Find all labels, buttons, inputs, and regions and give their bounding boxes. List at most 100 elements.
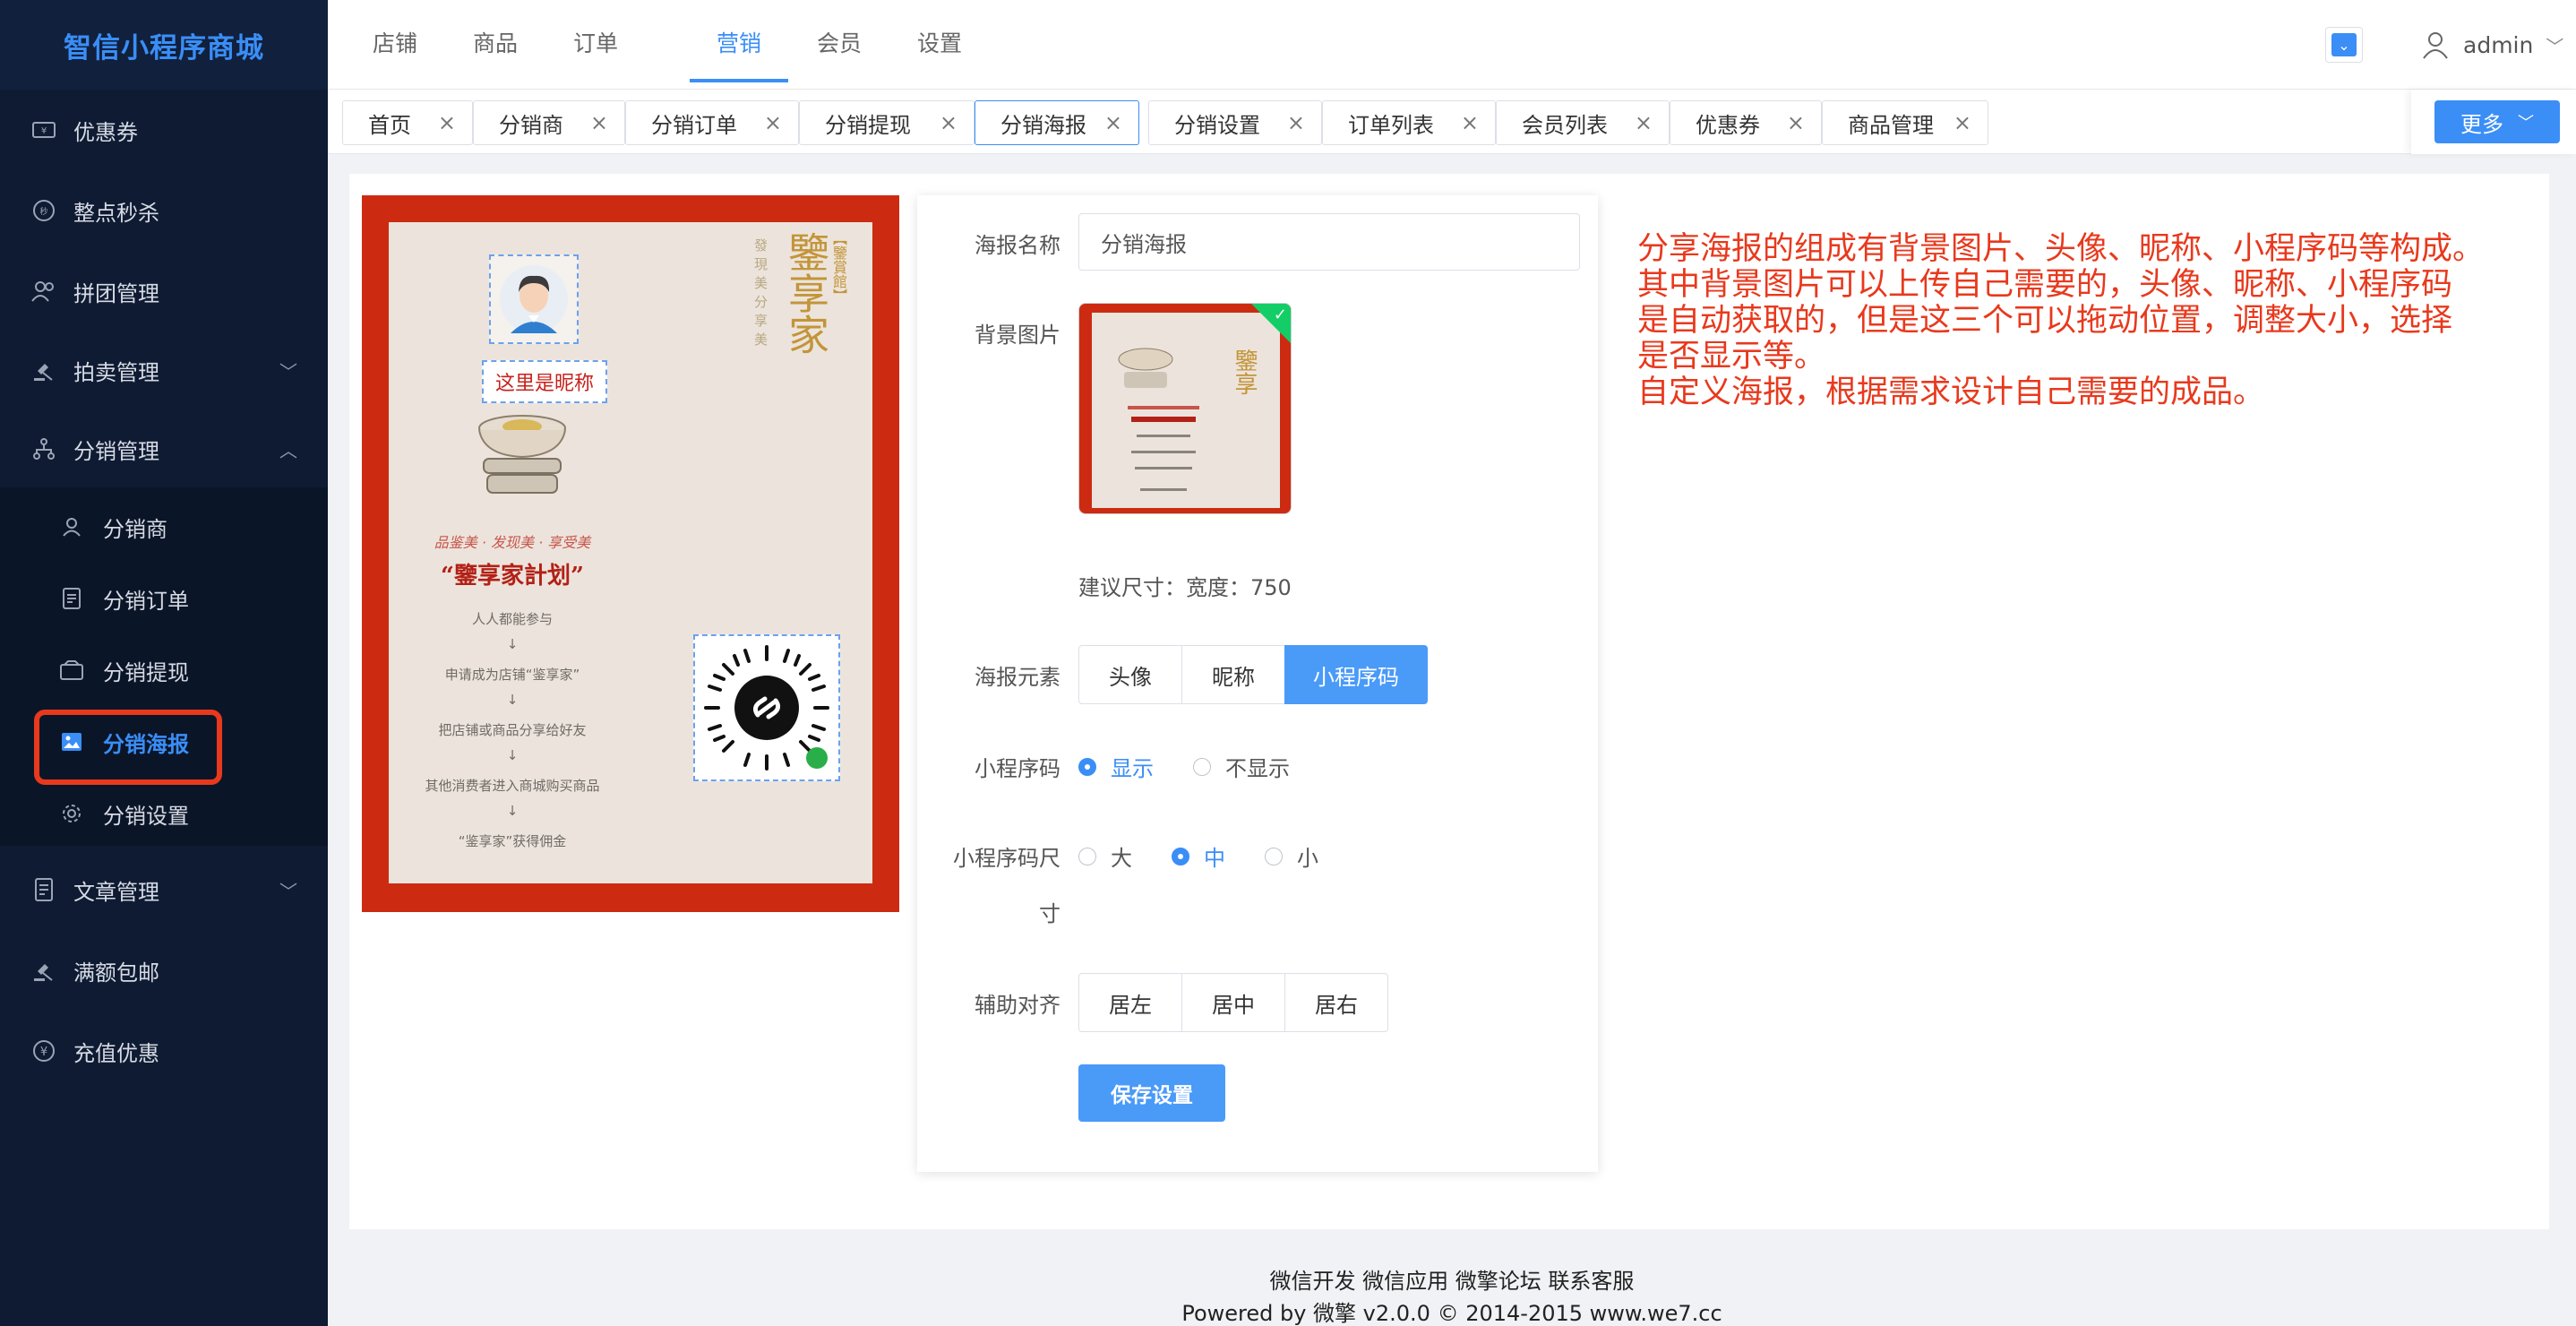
close-icon[interactable]: × bbox=[438, 110, 456, 135]
tab-withdraw[interactable]: 分销提现 × bbox=[799, 100, 975, 145]
tab-label: 首页 bbox=[368, 112, 411, 138]
align-center-button[interactable]: 居中 bbox=[1181, 973, 1285, 1032]
footer-links[interactable]: 微信开发 微信应用 微擎论坛 联系客服 bbox=[328, 1263, 2576, 1295]
highlight-annotation-box bbox=[34, 710, 222, 785]
close-icon[interactable]: × bbox=[1287, 110, 1305, 135]
avatar-illustration-icon bbox=[500, 265, 568, 333]
radio-label: 中 bbox=[1204, 846, 1225, 871]
close-icon[interactable]: × bbox=[1461, 110, 1479, 135]
sidebar-item-label: 充值优惠 bbox=[73, 1040, 159, 1066]
active-nav-underline bbox=[690, 79, 788, 82]
group-buy-icon bbox=[29, 276, 59, 306]
user-icon bbox=[57, 512, 86, 541]
topnav-settings[interactable]: 设置 bbox=[917, 0, 962, 84]
poster-nickname-element[interactable]: 这里是昵称 bbox=[482, 360, 607, 403]
sidebar-item-label: 优惠券 bbox=[73, 119, 138, 145]
align-left-button[interactable]: 居左 bbox=[1078, 973, 1182, 1032]
sidebar-item-coupon[interactable]: ¥ 优惠券 bbox=[0, 90, 328, 170]
topnav-orders[interactable]: 订单 bbox=[573, 0, 618, 84]
tab-home[interactable]: 首页 × bbox=[342, 100, 473, 145]
poster-slogan: 品鉴美 · 发现美 · 享受美 bbox=[434, 534, 591, 551]
element-nickname-button[interactable]: 昵称 bbox=[1181, 645, 1285, 704]
qrcode-visibility-radio-group: 显示 不显示 bbox=[1078, 751, 1329, 782]
more-label: 更多 bbox=[2460, 111, 2503, 137]
poster-step-arrow: ↓ bbox=[506, 747, 519, 763]
close-icon[interactable]: × bbox=[764, 110, 782, 135]
tab-distributor[interactable]: 分销商 × bbox=[473, 100, 625, 145]
sidebar-item-group-buy[interactable]: 拼团管理 bbox=[0, 251, 328, 332]
sidebar-item-articles[interactable]: 文章管理 ﹀ bbox=[0, 849, 328, 930]
annotation-line: 是自动获取的，但是这三个可以拖动位置，调整大小，选择 bbox=[1637, 303, 2453, 339]
sidebar-item-free-shipping[interactable]: 满额包邮 bbox=[0, 930, 328, 1011]
sidebar-subitem-label: 分销设置 bbox=[103, 803, 189, 829]
tab-coupon[interactable]: 优惠券 × bbox=[1670, 100, 1822, 145]
sidebar-item-flash-sale[interactable]: 秒 整点秒杀 bbox=[0, 170, 328, 251]
tab-product-management[interactable]: 商品管理 × bbox=[1822, 100, 1988, 145]
close-icon[interactable]: × bbox=[1635, 110, 1653, 135]
qrcode-size-medium-radio[interactable]: 中 bbox=[1172, 840, 1225, 872]
sidebar-subitem-distributor[interactable]: 分销商 bbox=[0, 491, 328, 563]
poster-vertical-tag: 【鑒賞館】 bbox=[830, 231, 847, 303]
mini-program-code-icon bbox=[704, 645, 829, 771]
background-image-thumbnail[interactable]: 鑒享 ✓ bbox=[1078, 303, 1292, 514]
poster-elements-label: 海报元素 bbox=[975, 665, 1060, 690]
tab-label: 分销提现 bbox=[825, 112, 911, 138]
svg-text:鑒享: 鑒享 bbox=[1231, 349, 1258, 395]
sidebar-subitem-withdraw[interactable]: 分销提现 bbox=[0, 634, 328, 706]
poster-step: 申请成为店铺“鉴享家” bbox=[444, 667, 580, 683]
topnav-members[interactable]: 会员 bbox=[817, 0, 862, 84]
poster-step: “鉴享家”获得佣金 bbox=[458, 833, 567, 849]
username: admin bbox=[2463, 31, 2534, 58]
qrcode-visibility-label: 小程序码 bbox=[975, 756, 1060, 781]
sidebar-item-label: 满额包邮 bbox=[73, 960, 159, 986]
poster-qrcode-element[interactable] bbox=[693, 634, 840, 781]
tab-member-list[interactable]: 会员列表 × bbox=[1496, 100, 1670, 145]
chevron-down-icon: ﹀ bbox=[279, 880, 297, 902]
close-icon[interactable]: × bbox=[1104, 110, 1122, 135]
user-menu[interactable]: admin ﹀ bbox=[2420, 25, 2563, 65]
tab-distribution-settings[interactable]: 分销设置 × bbox=[1148, 100, 1322, 145]
chevron-down-icon: ⌄ bbox=[2331, 33, 2357, 56]
qrcode-show-radio[interactable]: 显示 bbox=[1078, 751, 1154, 782]
topnav-shop[interactable]: 店铺 bbox=[373, 0, 417, 84]
sidebar-item-auction[interactable]: 拍卖管理 ﹀ bbox=[0, 330, 328, 410]
poster-vertical-title: 鑒享家 bbox=[782, 231, 830, 355]
close-icon[interactable]: × bbox=[1787, 110, 1805, 135]
tab-poster[interactable]: 分销海报 × bbox=[975, 100, 1139, 145]
alignment-label: 辅助对齐 bbox=[975, 993, 1060, 1018]
quick-select-dropdown[interactable]: ⌄ bbox=[2325, 27, 2363, 63]
size-hint: 建议尺寸：宽度：750 bbox=[1078, 575, 1292, 600]
qrcode-hide-radio[interactable]: 不显示 bbox=[1193, 751, 1290, 782]
more-tabs-area: 更多 ﹀ bbox=[2411, 90, 2576, 154]
topnav-marketing[interactable]: 营销 bbox=[717, 0, 761, 84]
poster-name-input[interactable]: 分销海报 bbox=[1078, 213, 1580, 271]
radio-dot bbox=[1078, 757, 1096, 776]
qrcode-size-large-radio[interactable]: 大 bbox=[1078, 840, 1132, 872]
sidebar-subitem-distribution-orders[interactable]: 分销订单 bbox=[0, 563, 328, 634]
qrcode-size-label: 小程序码尺 bbox=[953, 846, 1060, 871]
align-right-button[interactable]: 居右 bbox=[1284, 973, 1388, 1032]
close-icon[interactable]: × bbox=[940, 110, 957, 135]
element-avatar-button[interactable]: 头像 bbox=[1078, 645, 1182, 704]
poster-avatar-element[interactable] bbox=[489, 254, 579, 344]
close-icon[interactable]: × bbox=[590, 110, 608, 135]
radio-dot bbox=[1193, 757, 1211, 776]
poster-step-arrow: ↓ bbox=[506, 636, 519, 652]
save-settings-button[interactable]: 保存设置 bbox=[1078, 1064, 1225, 1122]
radio-label: 大 bbox=[1111, 846, 1132, 871]
sidebar-item-distribution[interactable]: 分销管理 ︿ bbox=[0, 409, 328, 489]
element-qrcode-button[interactable]: 小程序码 bbox=[1284, 645, 1428, 704]
more-tabs-button[interactable]: 更多 ﹀ bbox=[2434, 100, 2560, 143]
annotation-line: 自定义海报，根据需求设计自己需要的成品。 bbox=[1637, 375, 2265, 410]
sidebar-subitem-settings[interactable]: 分销设置 bbox=[0, 778, 328, 849]
tab-order-list[interactable]: 订单列表 × bbox=[1322, 100, 1496, 145]
qrcode-size-small-radio[interactable]: 小 bbox=[1265, 840, 1318, 872]
coupon-icon: ¥ bbox=[29, 115, 59, 145]
close-icon[interactable]: × bbox=[1953, 110, 1971, 135]
app-title[interactable]: 智信小程序商城 bbox=[0, 0, 328, 90]
poster-step: 其他消费者进入商城购买商品 bbox=[425, 778, 600, 794]
topnav-products[interactable]: 商品 bbox=[473, 0, 518, 84]
sidebar-item-recharge[interactable]: ¥ 充值优惠 bbox=[0, 1011, 328, 1091]
tab-distribution-orders[interactable]: 分销订单 × bbox=[625, 100, 799, 145]
gear-icon bbox=[57, 799, 86, 828]
